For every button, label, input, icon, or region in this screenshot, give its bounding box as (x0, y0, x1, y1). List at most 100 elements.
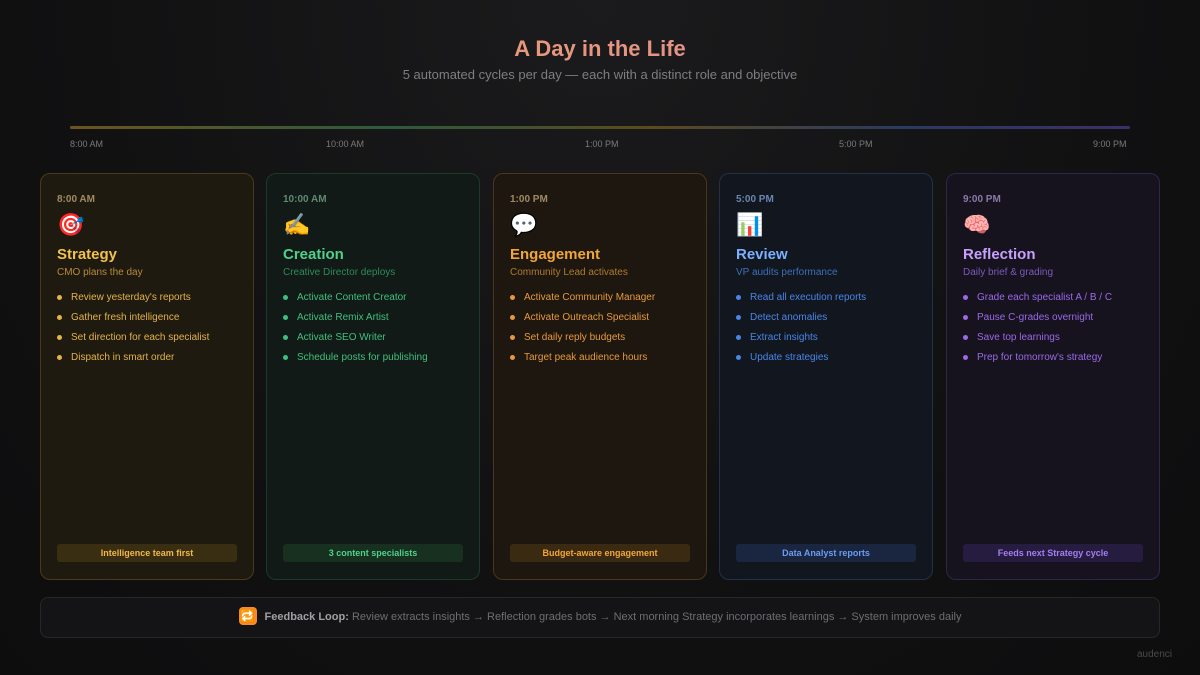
bullet-dot-icon (736, 335, 741, 340)
bullet-dot-icon (736, 355, 741, 360)
list-item: Review yesterday's reports (57, 292, 243, 304)
page-subtitle: 5 automated cycles per day — each with a… (402, 67, 798, 82)
cycle-name: Strategy (57, 246, 118, 263)
bullet-dot-icon (57, 335, 62, 340)
cycle-role: VP audits performance (736, 267, 838, 278)
cycle-time: 9:00 PM (963, 194, 1001, 205)
repeat-icon: 🔁 (238, 607, 257, 626)
page-title: A Day in the Life (0, 36, 1200, 62)
list-item-text: Update strategies (750, 352, 829, 363)
bullet-dot-icon (510, 355, 515, 360)
list-item-text: Extract insights (750, 332, 818, 343)
list-item-text: Activate SEO Writer (297, 332, 386, 343)
speech-bubble-icon: 💬 (510, 212, 538, 237)
list-item-text: Set daily reply budgets (524, 332, 626, 343)
cycle-name: Reflection (963, 246, 1036, 263)
list-item-text: Save top learnings (977, 332, 1060, 343)
cycle-card-strategy: 8:00 AM 🎯 Strategy CMO plans the day Review … (40, 173, 254, 580)
cycle-role: Creative Director deploys (283, 267, 396, 278)
bullet-dot-icon (736, 315, 741, 320)
list-item: Schedule posts for publishing (283, 352, 469, 364)
cycle-task-list: Read all execution reports Detect anomali… (736, 292, 922, 372)
cycle-role: CMO plans the day (57, 267, 143, 278)
list-item-text: Dispatch in smart order (71, 352, 175, 363)
bullet-dot-icon (510, 295, 515, 300)
cycle-card-engagement: 1:00 PM 💬 Engagement Community Lead activat… (493, 173, 707, 580)
list-item: Activate SEO Writer (283, 332, 469, 344)
cycle-card-reflection: 9:00 PM 🧠 Reflection Daily brief & grading G… (946, 173, 1160, 580)
cycle-name: Engagement (510, 246, 601, 263)
list-item: Grade each specialist A / B / C (963, 292, 1149, 304)
cycle-task-list: Grade each specialist A / B / C Pause C-g… (963, 292, 1149, 372)
list-item-text: Activate Content Creator (297, 292, 407, 303)
list-item: Set daily reply budgets (510, 332, 696, 344)
cycle-badge: 3 content specialists (283, 544, 463, 562)
list-item-text: Detect anomalies (750, 312, 828, 323)
list-item: Activate Content Creator (283, 292, 469, 304)
list-item: Set direction for each specialist (57, 332, 243, 344)
bullet-dot-icon (283, 355, 288, 360)
bullet-dot-icon (963, 335, 968, 340)
bullet-dot-icon (736, 295, 741, 300)
cycle-task-list: Activate Community Manager Activate Outre… (510, 292, 696, 372)
timeline-label: 1:00 PM (585, 139, 619, 149)
timeline-label: 5:00 PM (839, 139, 873, 149)
list-item: Read all execution reports (736, 292, 922, 304)
list-item-text: Gather fresh intelligence (71, 312, 180, 323)
feedback-text: Review extracts insights → Reflection gr… (351, 611, 962, 623)
bullet-dot-icon (963, 355, 968, 360)
bullet-dot-icon (283, 335, 288, 340)
timeline-bar (70, 126, 1130, 129)
cycle-task-list: Review yesterday's reports Gather fresh i… (57, 292, 243, 372)
list-item: Activate Community Manager (510, 292, 696, 304)
list-item-text: Read all execution reports (750, 292, 867, 303)
cycle-time: 10:00 AM (283, 194, 327, 205)
brand-logo: audenci (1137, 649, 1173, 660)
bullet-dot-icon (283, 315, 288, 320)
cycle-badge: Feeds next Strategy cycle (963, 544, 1143, 562)
timeline-label: 8:00 AM (70, 139, 104, 149)
bullet-dot-icon (510, 315, 515, 320)
list-item-text: Schedule posts for publishing (297, 352, 428, 363)
list-item: Save top learnings (963, 332, 1149, 344)
list-item: Target peak audience hours (510, 352, 696, 364)
list-item: Dispatch in smart order (57, 352, 243, 364)
list-item: Prep for tomorrow's strategy (963, 352, 1149, 364)
list-item-text: Prep for tomorrow's strategy (977, 352, 1103, 363)
bullet-dot-icon (283, 295, 288, 300)
list-item-text: Pause C-grades overnight (977, 312, 1094, 323)
list-item: Update strategies (736, 352, 922, 364)
timeline-label: 9:00 PM (1093, 139, 1127, 149)
writing-hand-icon: ✍️ (283, 212, 311, 237)
bullet-dot-icon (57, 315, 62, 320)
bullet-dot-icon (510, 335, 515, 340)
cycle-badge: Data Analyst reports (736, 544, 916, 562)
feedback-label: Feedback Loop: (264, 611, 349, 623)
list-item-text: Activate Outreach Specialist (524, 312, 650, 323)
cycle-time: 5:00 PM (736, 194, 774, 205)
bullet-dot-icon (963, 315, 968, 320)
feedback-loop: 🔁 Feedback Loop: Review extracts insights… (40, 597, 1160, 638)
list-item: Activate Remix Artist (283, 312, 469, 324)
list-item-text: Set direction for each specialist (71, 332, 210, 343)
brain-icon: 🧠 (963, 212, 991, 237)
bullet-dot-icon (57, 295, 62, 300)
target-icon: 🎯 (57, 212, 85, 237)
cycle-name: Review (736, 246, 788, 263)
timeline-label: 10:00 AM (326, 139, 365, 149)
cycle-badge: Intelligence team first (57, 544, 237, 562)
cycle-card-review: 5:00 PM 📊 Review VP audits performance Read … (719, 173, 933, 580)
list-item: Detect anomalies (736, 312, 922, 324)
list-item: Pause C-grades overnight (963, 312, 1149, 324)
cycle-time: 8:00 AM (57, 194, 95, 205)
cycle-badge: Budget-aware engagement (510, 544, 690, 562)
cycle-role: Daily brief & grading (963, 267, 1054, 278)
list-item-text: Activate Remix Artist (297, 312, 389, 323)
list-item: Gather fresh intelligence (57, 312, 243, 324)
list-item: Activate Outreach Specialist (510, 312, 696, 324)
bar-chart-icon: 📊 (736, 212, 764, 237)
cycle-name: Creation (283, 246, 344, 263)
bullet-dot-icon (963, 295, 968, 300)
list-item-text: Review yesterday's reports (71, 292, 191, 303)
cycle-task-list: Activate Content Creator Activate Remix A… (283, 292, 469, 372)
